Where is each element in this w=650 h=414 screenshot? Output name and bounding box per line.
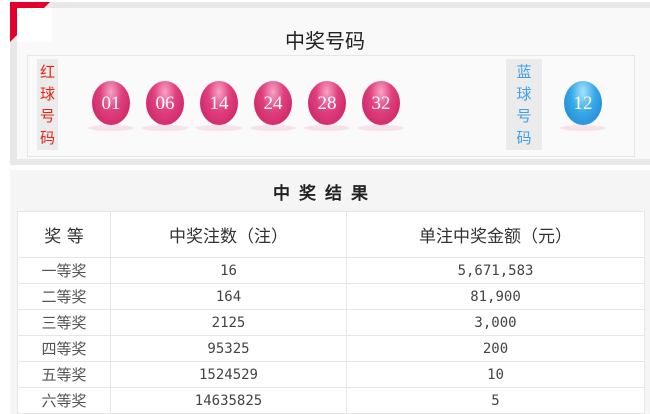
column-header: 中奖注数（注） [110, 211, 347, 258]
winner-count: 95325 [110, 335, 347, 362]
column-header: 单注中奖金额（元） [346, 211, 645, 258]
prize-level: 五等奖 [17, 361, 111, 388]
table-row: 一等奖 16 5,671,583 [17, 257, 645, 284]
red-ball-label: 红 球 号 码 [37, 59, 58, 150]
results-table: 奖 等 中奖注数（注） 单注中奖金额（元） 一等奖 16 5,671,583 二等奖… [17, 211, 645, 414]
label-char: 球 [516, 85, 532, 103]
table-row: 四等奖 95325 200 [17, 335, 645, 362]
table-row: 三等奖 2125 3,000 [17, 309, 645, 336]
label-char: 红 [39, 63, 55, 81]
label-char: 号 [39, 107, 55, 125]
blue-ball-label: 蓝 球 号 码 [506, 59, 542, 150]
label-char: 码 [39, 129, 55, 147]
prize-level: 二等奖 [17, 283, 111, 310]
prize-amount: 81,900 [346, 283, 645, 310]
winner-count: 16 [110, 257, 347, 284]
prize-amount: 200 [346, 335, 645, 362]
winner-count: 1524529 [110, 361, 347, 388]
prize-amount: 5 [346, 387, 645, 414]
label-char: 码 [516, 129, 532, 147]
prize-amount: 3,000 [346, 309, 645, 336]
table-row: 六等奖 14635825 5 [17, 387, 645, 414]
winner-count: 164 [110, 283, 347, 310]
red-ball: 01 [88, 81, 134, 131]
red-ball: 14 [196, 81, 242, 131]
blue-ball: 12 [560, 81, 606, 131]
red-ball: 28 [304, 81, 350, 131]
red-ball: 06 [142, 81, 188, 131]
table-row: 五等奖 1524529 10 [17, 361, 645, 388]
winning-numbers-title: 中奖号码 [285, 29, 365, 53]
prize-level: 三等奖 [17, 309, 111, 336]
column-header: 奖 等 [17, 211, 111, 258]
label-char: 蓝 [516, 63, 532, 81]
prize-amount: 5,671,583 [346, 257, 645, 284]
prize-level: 四等奖 [17, 335, 111, 362]
prize-level: 六等奖 [17, 387, 111, 414]
label-char: 球 [39, 85, 55, 103]
winner-count: 14635825 [110, 387, 347, 414]
label-char: 号 [516, 107, 532, 125]
red-ball: 24 [250, 81, 296, 131]
prize-amount: 10 [346, 361, 645, 388]
prize-level: 一等奖 [17, 257, 111, 284]
table-row: 二等奖 164 81,900 [17, 283, 645, 310]
red-ball: 32 [358, 81, 404, 131]
winner-count: 2125 [110, 309, 347, 336]
results-title: 中奖结果 [273, 184, 377, 204]
table-header: 奖 等 中奖注数（注） 单注中奖金额（元） [17, 211, 645, 258]
balls-box: 红 球 号 码 01 06 14 24 28 32 蓝 球 号 码 12 [27, 55, 635, 157]
